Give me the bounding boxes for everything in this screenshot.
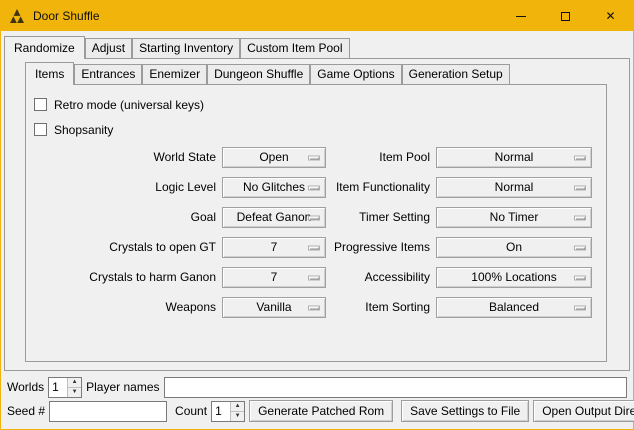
tab-entrances[interactable]: Entrances [74, 64, 142, 84]
world-state-label: World State [34, 147, 218, 168]
world-state-dropdown[interactable]: Open [222, 147, 326, 168]
goal-dropdown[interactable]: Defeat Ganon [222, 207, 326, 228]
dropdown-indicator-icon [574, 155, 586, 160]
item-sorting-dropdown[interactable]: Balanced [436, 297, 592, 318]
bottom-bar: Worlds 1 ▲ ▼ Player names Seed # Count 1 [1, 371, 633, 429]
count-spinner[interactable]: 1 ▲ ▼ [211, 401, 245, 422]
dropdown-indicator-icon [574, 245, 586, 250]
dropdown-value: Defeat Ganon [237, 208, 312, 227]
spin-up-icon[interactable]: ▲ [68, 378, 81, 388]
tab-items[interactable]: Items [25, 62, 74, 85]
minimize-button[interactable] [498, 1, 543, 31]
item-functionality-label: Item Functionality [330, 177, 432, 198]
item-pool-dropdown[interactable]: Normal [436, 147, 592, 168]
generate-patched-rom-button[interactable]: Generate Patched Rom [249, 400, 393, 422]
crystals-harm-ganon-dropdown[interactable]: 7 [222, 267, 326, 288]
count-label: Count [175, 400, 207, 422]
weapons-dropdown[interactable]: Vanilla [222, 297, 326, 318]
dropdown-indicator-icon [574, 275, 586, 280]
window: Door Shuffle ✕ Randomize Adjust Starting… [0, 0, 634, 430]
crystals-harm-ganon-label: Crystals to harm Ganon [34, 267, 218, 288]
outer-tab-bar: Randomize Adjust Starting Inventory Cust… [1, 31, 633, 58]
item-sorting-label: Item Sorting [330, 297, 432, 318]
close-button[interactable]: ✕ [588, 1, 633, 31]
tab-game-options[interactable]: Game Options [310, 64, 401, 84]
accessibility-dropdown[interactable]: 100% Locations [436, 267, 592, 288]
maximize-button[interactable] [543, 1, 588, 31]
shopsanity-row: Shopsanity [34, 122, 592, 137]
seed-row: Seed # Count 1 ▲ ▼ Generate Patched Rom … [7, 400, 627, 422]
accessibility-label: Accessibility [330, 267, 432, 288]
dropdown-indicator-icon [308, 305, 320, 310]
dropdown-value: No Glitches [243, 178, 305, 197]
player-names-input[interactable] [164, 377, 628, 398]
worlds-spinner[interactable]: 1 ▲ ▼ [48, 377, 82, 398]
dropdown-indicator-icon [308, 215, 320, 220]
dropdown-value: 7 [271, 268, 278, 287]
logic-level-label: Logic Level [34, 177, 218, 198]
dropdown-value: 7 [271, 238, 278, 257]
settings-grid: World State Open Item Pool Normal Logic … [34, 147, 592, 318]
timer-setting-label: Timer Setting [330, 207, 432, 228]
seed-label: Seed # [7, 400, 45, 422]
tab-custom-item-pool[interactable]: Custom Item Pool [240, 38, 349, 58]
minimize-icon [516, 16, 526, 17]
dropdown-indicator-icon [574, 185, 586, 190]
weapons-label: Weapons [34, 297, 218, 318]
dropdown-value: Open [259, 148, 288, 167]
tab-dungeon-shuffle[interactable]: Dungeon Shuffle [207, 64, 310, 84]
shopsanity-label: Shopsanity [54, 123, 113, 137]
worlds-value: 1 [49, 378, 67, 397]
dropdown-value: Normal [495, 148, 534, 167]
titlebar[interactable]: Door Shuffle ✕ [1, 1, 633, 31]
dropdown-indicator-icon [574, 215, 586, 220]
inner-tab-bar: Items Entrances Enemizer Dungeon Shuffle… [5, 59, 629, 84]
worlds-label: Worlds [7, 376, 44, 398]
item-functionality-dropdown[interactable]: Normal [436, 177, 592, 198]
dropdown-value: On [506, 238, 522, 257]
dropdown-value: Balanced [489, 298, 539, 317]
close-icon: ✕ [605, 10, 615, 22]
open-output-directory-button[interactable]: Open Output Directory [533, 400, 634, 422]
crystals-open-gt-label: Crystals to open GT [34, 237, 218, 258]
item-pool-label: Item Pool [330, 147, 432, 168]
spin-up-icon[interactable]: ▲ [231, 402, 244, 412]
progressive-items-label: Progressive Items [330, 237, 432, 258]
worlds-row: Worlds 1 ▲ ▼ Player names [7, 376, 627, 398]
tab-adjust[interactable]: Adjust [85, 38, 132, 58]
dropdown-value: Normal [495, 178, 534, 197]
items-panel: Retro mode (universal keys) Shopsanity W… [25, 84, 607, 362]
dropdown-value: 100% Locations [471, 268, 556, 287]
retro-mode-checkbox[interactable] [34, 98, 47, 111]
app-icon [9, 8, 25, 24]
dropdown-value: No Timer [490, 208, 539, 227]
retro-mode-label: Retro mode (universal keys) [54, 98, 204, 112]
tab-randomize[interactable]: Randomize [4, 36, 85, 59]
dropdown-indicator-icon [308, 185, 320, 190]
dropdown-indicator-icon [308, 275, 320, 280]
spin-down-icon[interactable]: ▼ [68, 388, 81, 397]
dropdown-indicator-icon [308, 155, 320, 160]
tab-enemizer[interactable]: Enemizer [142, 64, 207, 84]
logic-level-dropdown[interactable]: No Glitches [222, 177, 326, 198]
goal-label: Goal [34, 207, 218, 228]
crystals-open-gt-dropdown[interactable]: 7 [222, 237, 326, 258]
randomize-panel: Items Entrances Enemizer Dungeon Shuffle… [4, 58, 630, 371]
save-settings-button[interactable]: Save Settings to File [401, 400, 529, 422]
tab-generation-setup[interactable]: Generation Setup [402, 64, 510, 84]
progressive-items-dropdown[interactable]: On [436, 237, 592, 258]
dropdown-indicator-icon [308, 245, 320, 250]
retro-mode-row: Retro mode (universal keys) [34, 97, 592, 112]
maximize-icon [561, 12, 570, 21]
tab-starting-inventory[interactable]: Starting Inventory [132, 38, 240, 58]
window-title: Door Shuffle [33, 9, 498, 23]
dropdown-value: Vanilla [256, 298, 291, 317]
timer-setting-dropdown[interactable]: No Timer [436, 207, 592, 228]
seed-input[interactable] [49, 401, 167, 422]
dropdown-indicator-icon [574, 305, 586, 310]
spin-down-icon[interactable]: ▼ [231, 412, 244, 421]
shopsanity-checkbox[interactable] [34, 123, 47, 136]
count-value: 1 [212, 402, 230, 421]
player-names-label: Player names [86, 376, 159, 398]
